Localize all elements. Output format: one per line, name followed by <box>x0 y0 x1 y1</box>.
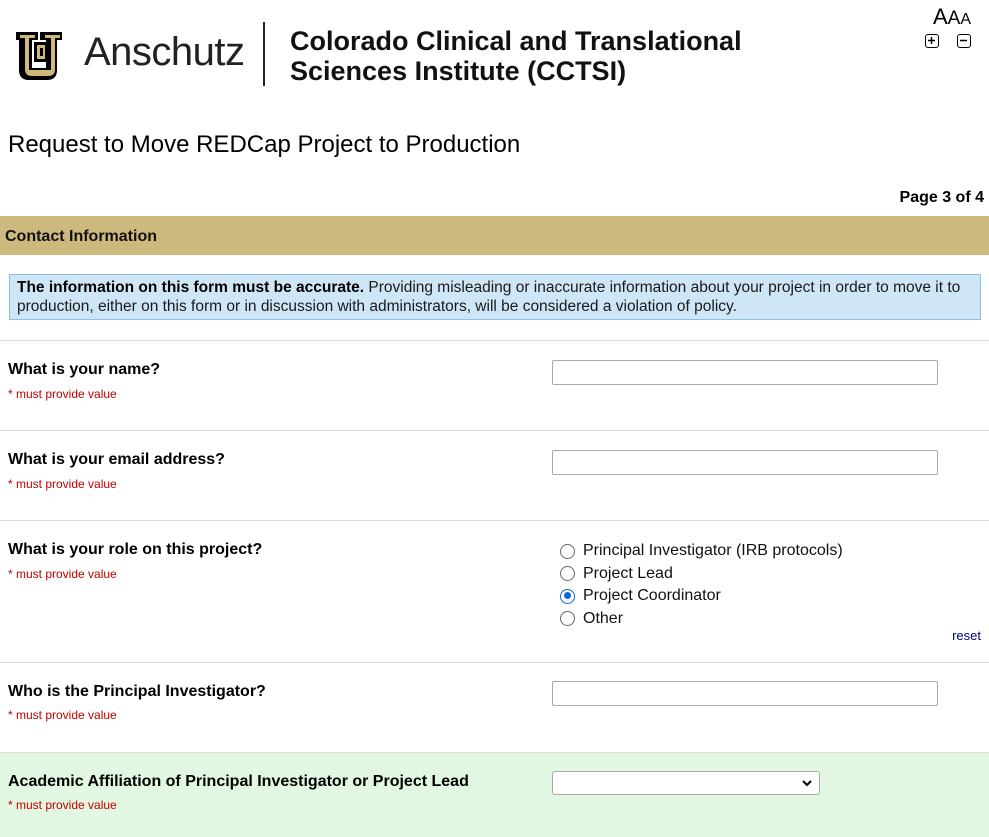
question-label: What is your role on this project? <box>8 541 263 558</box>
required-note: * must provide value <box>8 567 117 581</box>
email-input[interactable] <box>552 450 938 475</box>
role-reset-link[interactable]: reset <box>952 628 981 643</box>
question-row-role: What is your role on this project? * mus… <box>0 521 989 663</box>
font-size-letters: AAA <box>933 4 971 30</box>
cu-logo-icon <box>12 26 70 84</box>
site-header: Anschutz Colorado Clinical and Translati… <box>0 0 989 110</box>
plus-square-icon[interactable] <box>925 34 939 48</box>
section-header: Contact Information <box>0 216 989 255</box>
question-row-email: What is your email address? * must provi… <box>0 431 989 521</box>
radio-button[interactable] <box>560 543 575 559</box>
notice-bold: The information on this form must be acc… <box>17 279 365 296</box>
role-option-other[interactable]: Other <box>560 608 843 631</box>
accuracy-notice: The information on this form must be acc… <box>9 274 981 320</box>
question-label: Academic Affiliation of Principal Invest… <box>8 773 469 790</box>
affiliation-select[interactable] <box>552 771 820 795</box>
chevron-down-icon <box>802 780 812 787</box>
radio-button[interactable] <box>560 611 575 627</box>
radio-button-selected[interactable] <box>560 588 575 604</box>
pi-input[interactable] <box>552 681 938 706</box>
role-radio-group: Principal Investigator (IRB protocols) P… <box>560 540 843 630</box>
institution-name-line2: Sciences Institute (CCTSI) <box>290 56 627 86</box>
required-note: * must provide value <box>8 477 117 491</box>
logo-divider <box>263 22 265 86</box>
question-row-affiliation: Academic Affiliation of Principal Invest… <box>0 753 989 837</box>
institution-name: Colorado Clinical and Translational Scie… <box>290 26 750 86</box>
role-option-pi[interactable]: Principal Investigator (IRB protocols) <box>560 540 843 563</box>
radio-label: Other <box>583 609 624 627</box>
question-label: Who is the Principal Investigator? <box>8 683 266 700</box>
required-note: * must provide value <box>8 387 117 401</box>
font-size-controls: AAA <box>913 4 973 56</box>
question-row-pi: Who is the Principal Investigator? * mus… <box>0 663 989 753</box>
font-size-large: A <box>932 4 948 29</box>
font-size-small: A <box>960 11 971 28</box>
question-row-name: What is your name? * must provide value <box>0 341 989 431</box>
font-size-medium: A <box>947 8 961 29</box>
radio-label: Project Lead <box>583 564 673 582</box>
logo-wordmark: Anschutz <box>84 30 245 74</box>
page-indicator: Page 3 of 4 <box>899 189 984 206</box>
notice-row: The information on this form must be acc… <box>0 255 989 341</box>
role-option-project-coordinator[interactable]: Project Coordinator <box>560 585 843 608</box>
radio-label: Project Coordinator <box>583 587 721 605</box>
radio-button[interactable] <box>560 566 575 582</box>
question-label: What is your name? <box>8 361 161 378</box>
page-title: Request to Move REDCap Project to Produc… <box>8 131 521 158</box>
institution-name-line1: Colorado Clinical and Translational <box>290 26 742 56</box>
required-note: * must provide value <box>8 708 117 722</box>
name-input[interactable] <box>552 360 938 385</box>
question-label: What is your email address? <box>8 451 225 468</box>
radio-label: Principal Investigator (IRB protocols) <box>583 542 843 560</box>
required-note: * must provide value <box>8 798 117 812</box>
role-option-project-lead[interactable]: Project Lead <box>560 563 843 586</box>
minus-square-icon[interactable] <box>957 34 971 48</box>
